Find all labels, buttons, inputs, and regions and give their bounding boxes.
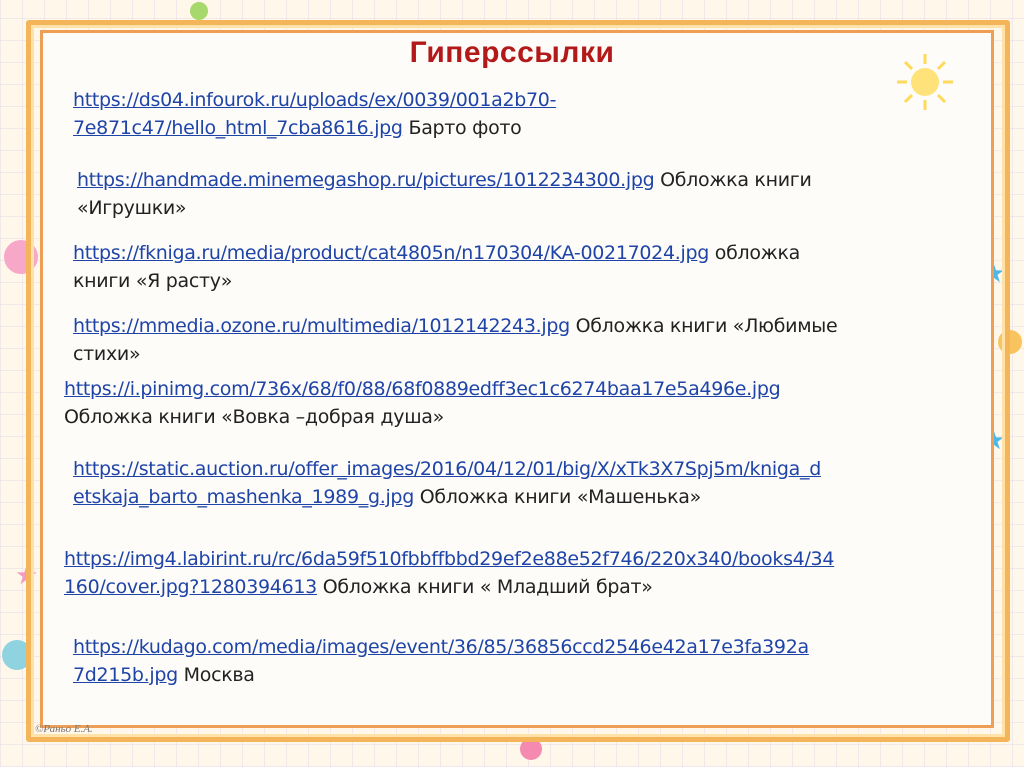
link-caption: Обложка книги <box>660 169 812 191</box>
copyright-text: ©Раньо Е.А. <box>35 723 93 735</box>
hyperlink[interactable]: https://i.pinimg.com/736x/68/f0/88/68f08… <box>64 378 781 400</box>
list-item: https://kudago.com/media/images/event/36… <box>73 633 809 689</box>
link-caption: книги «Я расту» <box>73 270 233 292</box>
link-caption: Обложка книги «Машенька» <box>419 486 702 508</box>
hyperlink[interactable]: https://fkniga.ru/media/product/cat4805n… <box>73 242 709 264</box>
list-item: https://ds04.infourok.ru/uploads/ex/0039… <box>73 86 556 142</box>
list-item: https://handmade.minemegashop.ru/picture… <box>77 166 812 222</box>
list-item: https://mmedia.ozone.ru/multimedia/10121… <box>73 312 838 368</box>
list-item: https://i.pinimg.com/736x/68/f0/88/68f08… <box>64 375 781 431</box>
list-item: https://fkniga.ru/media/product/cat4805n… <box>73 239 800 295</box>
link-caption: Обложка книги « Младший брат» <box>322 576 653 598</box>
link-caption: стихи» <box>73 343 141 365</box>
page-title: Гиперссылки <box>409 36 615 69</box>
decor-circle <box>190 2 208 20</box>
link-caption: Барто фото <box>408 117 522 139</box>
link-caption: Москва <box>183 664 255 686</box>
hyperlink[interactable]: https://mmedia.ozone.ru/multimedia/10121… <box>73 315 570 337</box>
list-item: https://img4.labirint.ru/rc/6da59f510fbb… <box>64 545 834 601</box>
link-caption: обложка <box>714 242 801 264</box>
link-caption: Обложка книги «Вовка –добрая душа» <box>64 406 444 428</box>
list-item: https://static.auction.ru/offer_images/2… <box>73 455 821 511</box>
link-caption: «Игрушки» <box>77 197 187 219</box>
hyperlink[interactable]: https://handmade.minemegashop.ru/picture… <box>77 169 655 191</box>
link-caption: Обложка книги «Любимые <box>575 315 838 337</box>
